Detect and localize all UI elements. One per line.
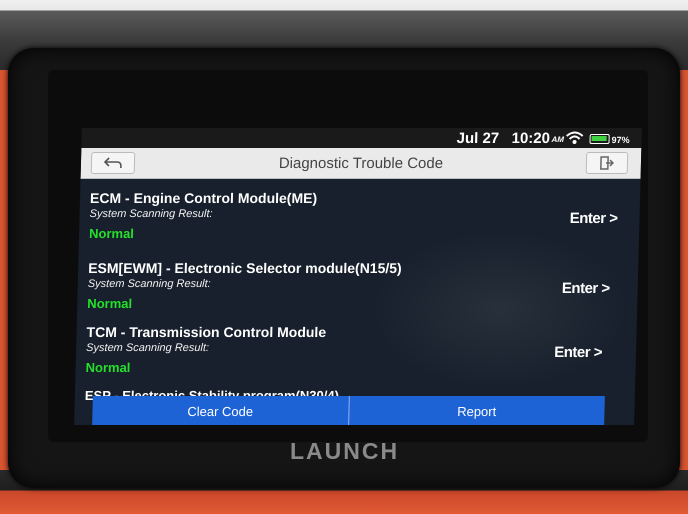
page-title: Diagnostic Trouble Code [278, 155, 444, 172]
clear-code-button[interactable]: Clear Code [92, 396, 348, 425]
result-label: System Scanning Result: [87, 278, 211, 290]
report-button[interactable]: Report [349, 396, 605, 425]
status-ampm: AM [551, 135, 565, 144]
module-row-ecm: ECM - Engine Control Module(ME) System S… [85, 190, 627, 256]
device-logo: LAUNCH [290, 438, 400, 464]
status-time: 10:20 [511, 130, 551, 147]
title-bar: Diagnostic Trouble Code [80, 148, 642, 179]
module-name: ECM - Engine Control Module(ME) [89, 190, 318, 206]
enter-button-ecm[interactable]: Enter > [570, 210, 618, 227]
battery-level-fill [591, 136, 607, 141]
status-date: Jul 27 [456, 130, 500, 147]
exit-button[interactable] [585, 152, 629, 175]
enter-button-esm[interactable]: Enter > [562, 280, 610, 297]
result-status: Normal [85, 360, 131, 375]
app-screen: Jul 27 10:20 AM 97% Diagnostic Trouble C… [74, 128, 642, 425]
wifi-icon [565, 131, 584, 149]
enter-button-tcm[interactable]: Enter > [554, 344, 602, 361]
battery-percent: 97% [611, 135, 630, 145]
module-row-tcm: TCM - Transmission Control Module System… [81, 324, 623, 390]
module-name: TCM - Transmission Control Module [86, 324, 327, 340]
status-bar: Jul 27 10:20 AM 97% [81, 128, 642, 148]
bottom-action-bar: Clear Code Report [92, 396, 605, 425]
back-button[interactable] [90, 152, 136, 175]
result-label: System Scanning Result: [85, 342, 210, 354]
result-status: Normal [88, 226, 135, 241]
module-name: ESM[EWM] - Electronic Selector module(N1… [88, 260, 402, 276]
result-status: Normal [87, 296, 133, 311]
battery-icon [589, 134, 610, 144]
exit-door-icon [600, 156, 615, 175]
result-label: System Scanning Result: [89, 208, 213, 220]
module-row-esm: ESM[EWM] - Electronic Selector module(N1… [83, 260, 625, 326]
back-arrow-icon [103, 156, 123, 175]
